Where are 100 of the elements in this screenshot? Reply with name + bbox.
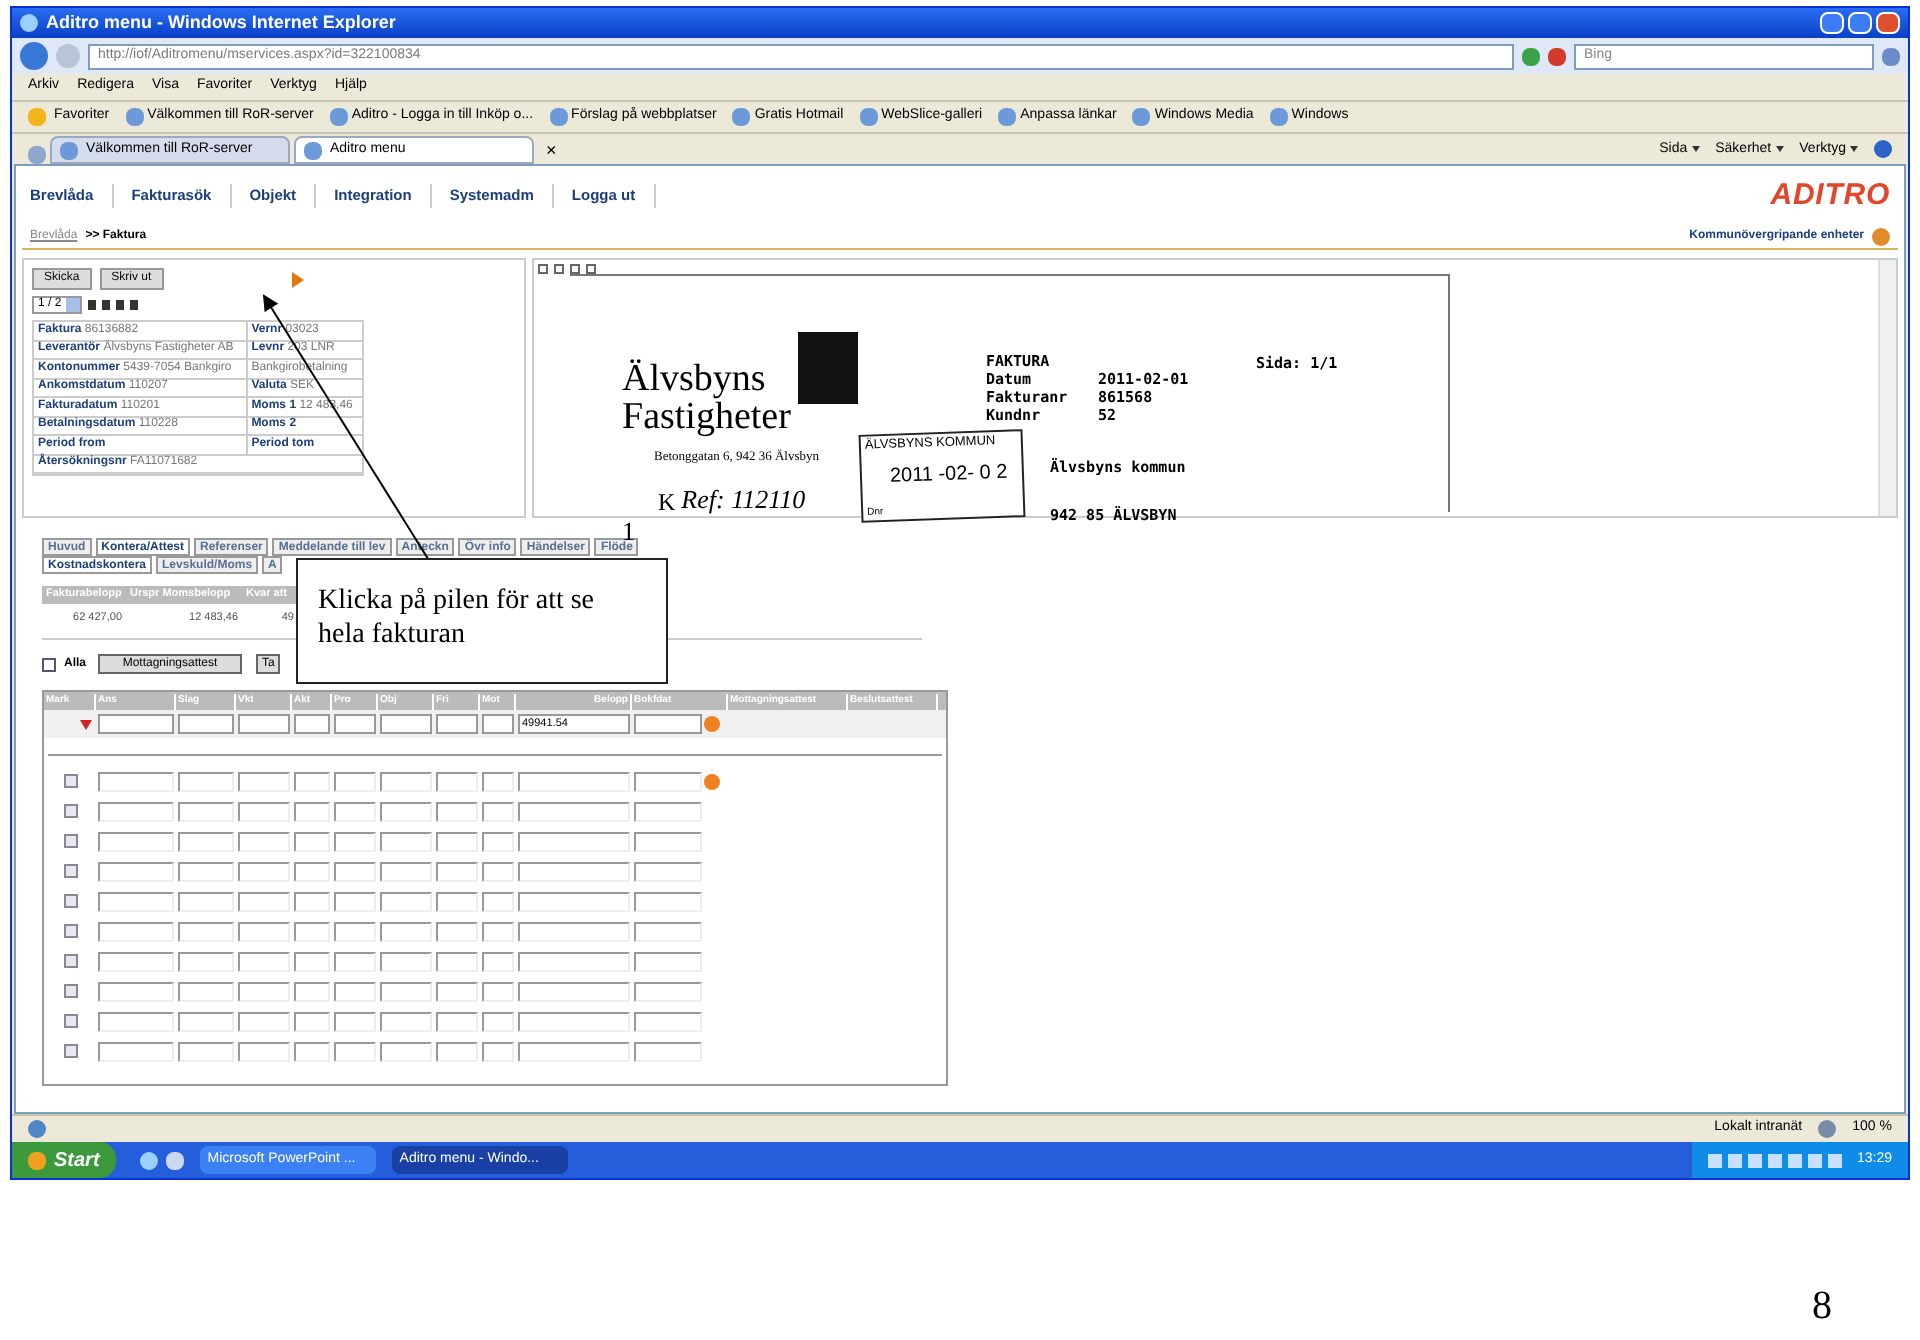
input-field[interactable] xyxy=(98,951,174,972)
input-field[interactable] xyxy=(518,861,630,882)
input-field[interactable] xyxy=(380,861,432,882)
input-field[interactable] xyxy=(178,831,234,852)
input-field[interactable] xyxy=(334,801,376,822)
input-field[interactable] xyxy=(294,1041,330,1062)
input-field[interactable] xyxy=(518,891,630,912)
input-field[interactable] xyxy=(294,771,330,792)
input-field[interactable] xyxy=(436,831,478,852)
input-field[interactable] xyxy=(98,861,174,882)
input-field[interactable] xyxy=(518,1011,630,1032)
input-field[interactable] xyxy=(294,921,330,942)
input-field[interactable] xyxy=(634,801,702,822)
input-field[interactable] xyxy=(634,861,702,882)
input-field[interactable] xyxy=(178,1011,234,1032)
input-field[interactable] xyxy=(482,801,514,822)
input-field[interactable] xyxy=(518,921,630,942)
input-field[interactable] xyxy=(334,1011,376,1032)
input-field[interactable] xyxy=(634,1011,702,1032)
input-field[interactable] xyxy=(436,981,478,1002)
input-field[interactable] xyxy=(98,771,174,792)
input-field[interactable] xyxy=(178,1041,234,1062)
input-field[interactable] xyxy=(380,891,432,912)
input-field[interactable] xyxy=(178,921,234,942)
input-field[interactable] xyxy=(436,951,478,972)
input-field[interactable] xyxy=(334,861,376,882)
input-field[interactable] xyxy=(634,1041,702,1062)
input-field[interactable] xyxy=(634,771,702,792)
input-field[interactable] xyxy=(294,981,330,1002)
input-field[interactable] xyxy=(436,771,478,792)
input-field[interactable] xyxy=(380,921,432,942)
checkbox[interactable] xyxy=(63,774,77,789)
checkbox[interactable] xyxy=(63,924,77,939)
input-field[interactable] xyxy=(380,981,432,1002)
input-field[interactable] xyxy=(334,1041,376,1062)
input-field[interactable] xyxy=(436,891,478,912)
input-field[interactable] xyxy=(380,1011,432,1032)
input-field[interactable] xyxy=(518,981,630,1002)
input-field[interactable] xyxy=(482,831,514,852)
input-field[interactable] xyxy=(634,891,702,912)
input-field[interactable] xyxy=(294,831,330,852)
input-field[interactable] xyxy=(482,714,514,735)
input-field[interactable] xyxy=(482,1041,514,1062)
input-field[interactable] xyxy=(294,1011,330,1032)
checkbox[interactable] xyxy=(63,894,77,909)
input-field[interactable] xyxy=(436,861,478,882)
back-button[interactable] xyxy=(20,42,48,70)
input-field[interactable] xyxy=(238,1011,290,1032)
input-field[interactable] xyxy=(334,921,376,942)
input-field[interactable] xyxy=(482,771,514,792)
input-field[interactable] xyxy=(238,831,290,852)
checkbox[interactable] xyxy=(63,864,77,879)
input-field[interactable] xyxy=(634,714,702,735)
input-field[interactable] xyxy=(178,801,234,822)
minimize-button[interactable] xyxy=(1820,12,1844,34)
forward-button[interactable] xyxy=(56,44,80,68)
input-field[interactable] xyxy=(178,771,234,792)
input-field[interactable] xyxy=(482,891,514,912)
tab-close-button[interactable]: × xyxy=(538,137,565,164)
checkbox[interactable] xyxy=(63,834,77,849)
input-field[interactable] xyxy=(482,981,514,1002)
input-field[interactable] xyxy=(634,831,702,852)
checkbox[interactable] xyxy=(63,954,77,969)
input-field[interactable] xyxy=(518,1041,630,1062)
checkbox[interactable] xyxy=(42,657,56,672)
input-field[interactable] xyxy=(238,771,290,792)
input-field[interactable] xyxy=(380,801,432,822)
input-field[interactable] xyxy=(334,891,376,912)
maximize-button[interactable] xyxy=(1848,12,1872,34)
input-field[interactable] xyxy=(238,1041,290,1062)
input-field[interactable] xyxy=(238,921,290,942)
checkbox[interactable] xyxy=(63,1044,77,1059)
input-field[interactable] xyxy=(98,1041,174,1062)
input-field[interactable] xyxy=(436,1011,478,1032)
input-field[interactable] xyxy=(98,831,174,852)
checkbox[interactable] xyxy=(63,1014,77,1029)
input-field[interactable] xyxy=(482,951,514,972)
input-field[interactable] xyxy=(98,714,174,735)
input-field[interactable] xyxy=(98,1011,174,1032)
input-field[interactable] xyxy=(380,714,432,735)
input-field[interactable] xyxy=(178,714,234,735)
input-field[interactable] xyxy=(334,714,376,735)
checkbox[interactable] xyxy=(63,804,77,819)
input-field[interactable] xyxy=(436,921,478,942)
input-field[interactable] xyxy=(98,921,174,942)
input-field[interactable] xyxy=(98,891,174,912)
input-field[interactable] xyxy=(482,921,514,942)
input-field[interactable] xyxy=(334,951,376,972)
input-field[interactable] xyxy=(634,951,702,972)
input-field[interactable] xyxy=(380,1041,432,1062)
input-field[interactable] xyxy=(238,891,290,912)
input-field[interactable] xyxy=(436,714,478,735)
input-field[interactable] xyxy=(238,714,290,735)
close-button[interactable] xyxy=(1876,12,1900,34)
input-field[interactable] xyxy=(518,771,630,792)
input-field[interactable] xyxy=(238,981,290,1002)
start-button[interactable]: Start xyxy=(12,1142,116,1178)
input-field[interactable] xyxy=(518,831,630,852)
input-field[interactable] xyxy=(634,981,702,1002)
input-field[interactable] xyxy=(518,801,630,822)
